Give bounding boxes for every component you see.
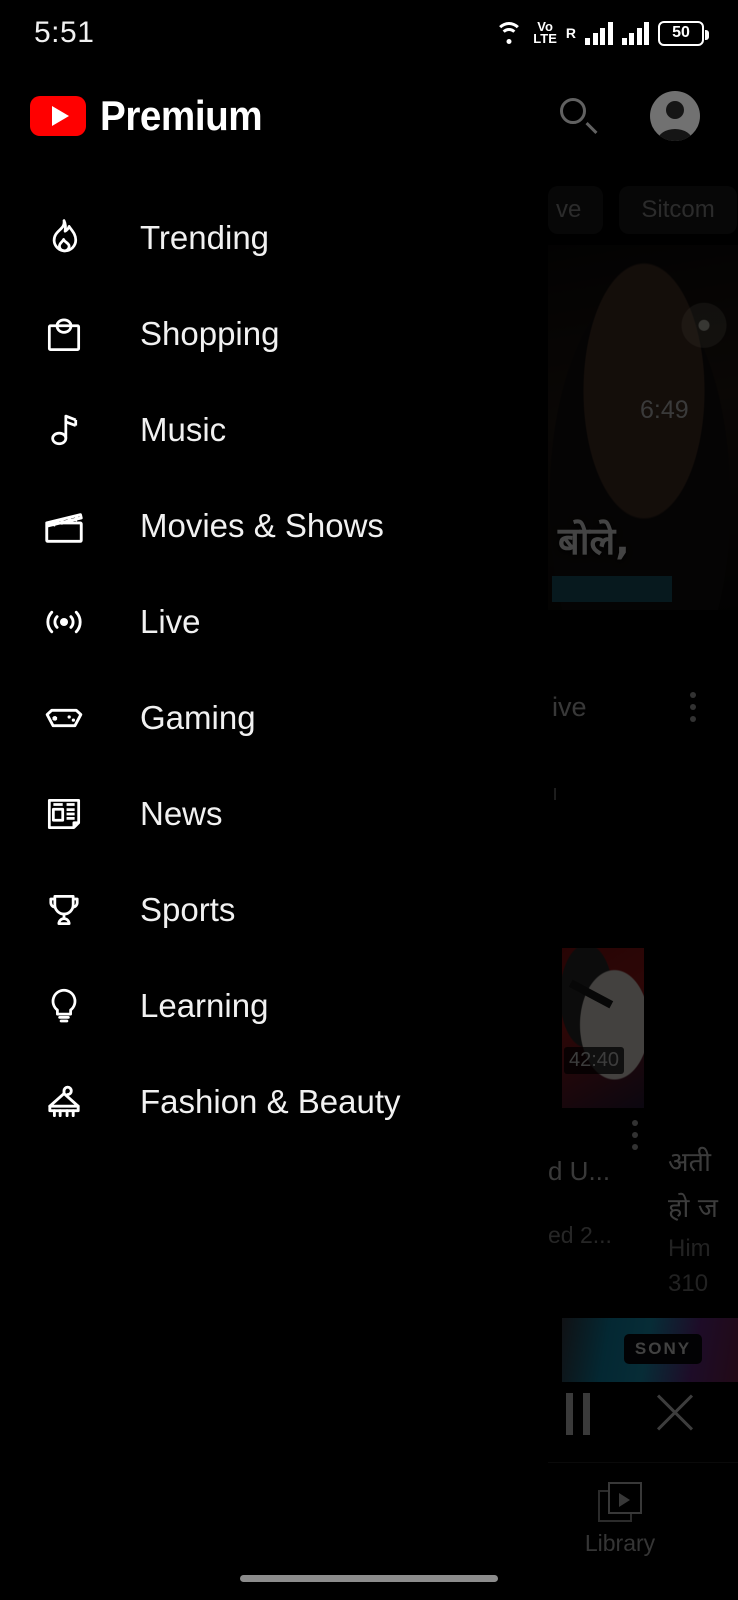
featured-video-thumbnail[interactable]: बोले, <box>548 245 738 610</box>
youtube-logo-icon <box>30 96 86 136</box>
close-icon[interactable] <box>652 1390 698 1436</box>
newspaper-icon <box>36 786 92 842</box>
pause-icon[interactable] <box>566 1393 590 1435</box>
drawer-item-label: Music <box>140 411 227 448</box>
drawer-item-label: Trending <box>140 219 270 256</box>
drawer-item-label: Sports <box>140 891 236 928</box>
clothes-hanger-icon <box>36 1074 92 1130</box>
drawer-item-label: Live <box>140 603 201 640</box>
shopping-bag-icon <box>36 306 92 362</box>
more-options-icon[interactable] <box>690 692 696 722</box>
battery-icon: 50 <box>658 20 709 46</box>
video-row-3-title-line1[interactable]: अती <box>668 1142 711 1179</box>
library-icon <box>598 1482 642 1522</box>
drawer-item-live[interactable]: Live <box>0 574 548 670</box>
chip-live[interactable]: ve <box>548 186 604 234</box>
video-row-2-thumbnail[interactable]: 42:40 <box>562 948 644 1108</box>
filter-chip-row: ve Sitcom <box>548 186 737 234</box>
tab-library[interactable]: Library <box>560 1482 680 1557</box>
drawer-item-label: Movies & Shows <box>140 507 384 544</box>
video-row-1-title[interactable]: ive <box>552 692 587 723</box>
navigation-drawer: Trending Shopping Music Movies & Shows L… <box>0 0 548 1600</box>
clapperboard-icon <box>36 498 92 554</box>
thumbnail-banner-bar <box>552 576 672 602</box>
drawer-item-shopping[interactable]: Shopping <box>0 286 548 382</box>
drawer-item-movies-shows[interactable]: Movies & Shows <box>0 478 548 574</box>
youtube-premium-brand[interactable]: Premium <box>30 92 276 140</box>
video-row-3-title-line2[interactable]: हो ज <box>668 1188 718 1225</box>
signal-bars-icon <box>585 21 613 45</box>
drawer-item-label: Fashion & Beauty <box>140 1083 401 1120</box>
drawer-item-gaming[interactable]: Gaming <box>0 670 548 766</box>
thumbnail-caption: बोले, <box>558 519 630 563</box>
video-row-2-subtitle: ed 2... <box>548 1222 612 1248</box>
video-row-2-duration: 42:40 <box>564 1047 625 1074</box>
drawer-item-learning[interactable]: Learning <box>0 958 548 1054</box>
thumbnail-detail <box>568 979 614 1009</box>
drawer-item-label: Learning <box>140 987 269 1024</box>
more-options-icon[interactable] <box>632 1120 638 1150</box>
trophy-icon <box>36 882 92 938</box>
status-bar: 5:51 Vo LTE R 50 <box>0 0 738 66</box>
mini-player-thumbnail[interactable]: SONY <box>562 1318 738 1382</box>
chip-sitcom[interactable]: Sitcom <box>619 186 737 234</box>
video-row-3-views: 310 <box>668 1270 709 1297</box>
drawer-item-label: Gaming <box>140 699 256 736</box>
drawer-item-label: News <box>140 795 223 832</box>
featured-video-duration: 6:49 <box>640 396 689 424</box>
drawer-item-trending[interactable]: Trending <box>0 190 548 286</box>
wifi-icon <box>494 21 524 45</box>
video-row-1-subtitle: ı <box>552 780 559 805</box>
app-bar: Premium <box>0 66 738 166</box>
volte-icon: Vo LTE <box>533 20 557 46</box>
gamepad-icon <box>36 690 92 746</box>
brand-label: Premium <box>100 92 263 139</box>
drawer-item-fashion-beauty[interactable]: Fashion & Beauty <box>0 1054 548 1150</box>
roaming-indicator: R <box>565 25 576 41</box>
phone-screen: ve Sitcom बोले, 6:49 ive ı 42:40 d U... … <box>0 0 738 1600</box>
divider <box>548 1462 738 1463</box>
search-icon[interactable] <box>558 96 598 136</box>
volte-bottom: LTE <box>533 31 557 46</box>
drawer-item-music[interactable]: Music <box>0 382 548 478</box>
music-note-icon <box>36 402 92 458</box>
flame-icon <box>36 210 92 266</box>
battery-level: 50 <box>672 24 690 41</box>
account-avatar-icon[interactable] <box>650 91 700 141</box>
mini-player-brand-badge: SONY <box>624 1334 702 1364</box>
drawer-item-news[interactable]: News <box>0 766 548 862</box>
signal-bars-icon <box>621 21 649 45</box>
status-clock: 5:51 <box>34 16 95 49</box>
tab-library-label: Library <box>584 1530 656 1556</box>
status-icon-group: Vo LTE R 50 <box>494 20 709 46</box>
lightbulb-icon <box>36 978 92 1034</box>
drawer-item-label: Shopping <box>140 315 280 352</box>
drawer-menu-list: Trending Shopping Music Movies & Shows L… <box>0 190 548 1150</box>
video-row-2-title[interactable]: d U... <box>548 1156 610 1187</box>
gesture-navigation-pill[interactable] <box>240 1575 498 1582</box>
broadcast-icon <box>36 594 92 650</box>
video-row-3-channel[interactable]: Him <box>668 1235 711 1263</box>
drawer-item-sports[interactable]: Sports <box>0 862 548 958</box>
app-bar-actions <box>558 91 708 141</box>
